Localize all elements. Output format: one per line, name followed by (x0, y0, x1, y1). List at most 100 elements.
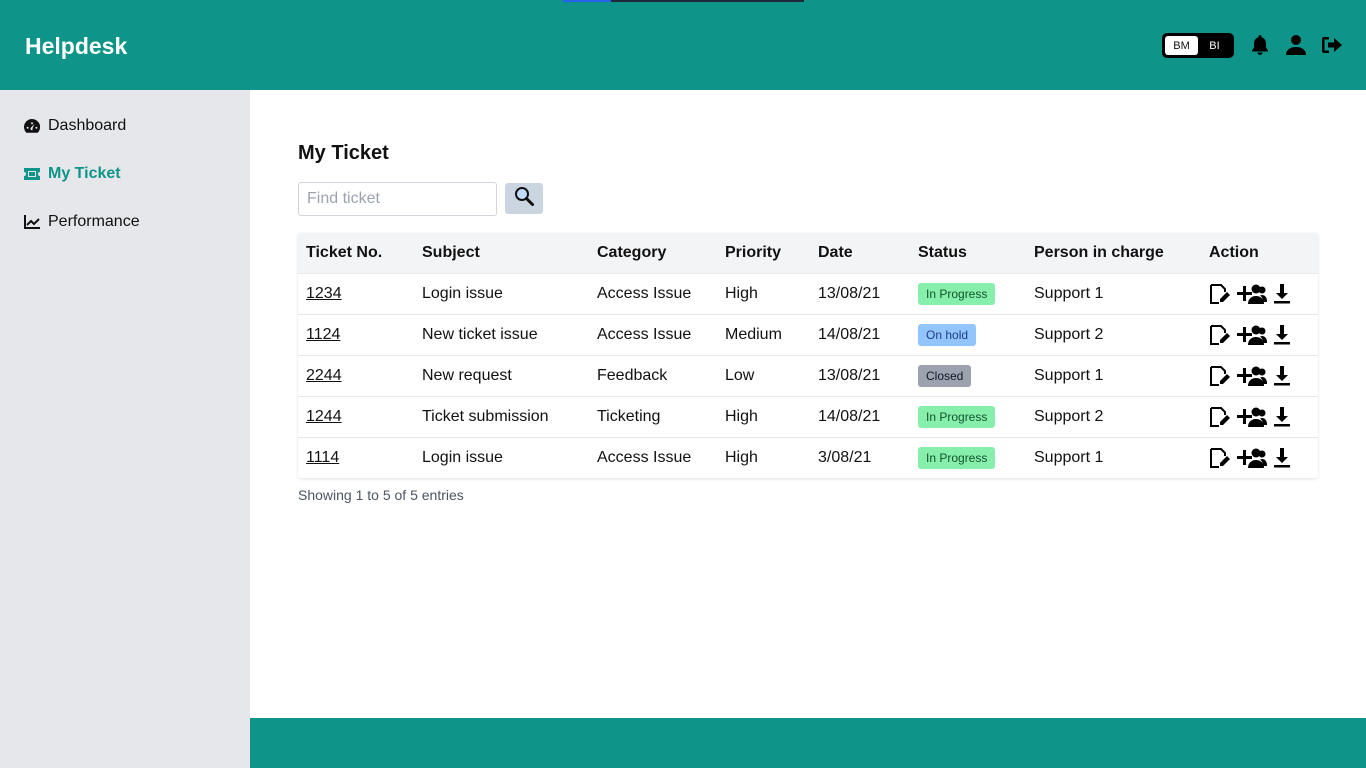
column-header[interactable]: Subject (414, 233, 589, 273)
main-content: My Ticket Ticket No. Subject Category Pr… (250, 90, 1366, 718)
status-badge: In Progress (918, 446, 996, 469)
cell-person: Support 2 (1034, 407, 1104, 425)
cell-ticket-no: 1234 (298, 273, 414, 314)
status-badge: Closed (918, 364, 972, 387)
table-row[interactable]: 1114 Login issue Access Issue High 3/08/21 In… (298, 437, 1318, 478)
cell-subject: New ticket issue (422, 325, 538, 343)
assign-user-icon[interactable] (1237, 366, 1267, 386)
page-title: My Ticket (298, 142, 389, 164)
edit-icon[interactable] (1209, 365, 1231, 386)
cell-status: In Progress (910, 437, 1026, 478)
ticket-link[interactable]: 1124 (306, 326, 340, 343)
column-header[interactable]: Status (910, 233, 1026, 273)
column-header[interactable]: Category (589, 233, 717, 273)
column-header[interactable]: Date (810, 233, 910, 273)
ticket-link[interactable]: 1244 (306, 408, 342, 425)
table-row[interactable]: 2244 New request Feedback Low 13/08/21 Closed… (298, 355, 1318, 396)
lang-option-bi[interactable]: BI (1198, 36, 1231, 55)
cell-date: 13/08/21 (818, 284, 881, 302)
cell-date: 14/08/21 (818, 325, 881, 343)
assign-user-icon[interactable] (1237, 284, 1267, 304)
cell-subject: Login issue (422, 284, 503, 302)
dashboard-icon (24, 118, 40, 134)
ticket-link[interactable]: 1114 (306, 449, 339, 466)
top-progress-bar (563, 0, 804, 2)
assign-user-icon[interactable] (1237, 448, 1267, 468)
edit-icon[interactable] (1209, 283, 1231, 304)
assign-user-icon[interactable] (1237, 407, 1267, 427)
sidebar-item-my-ticket[interactable]: My Ticket (24, 162, 121, 186)
cell-status: In Progress (910, 396, 1026, 437)
sidebar: Dashboard My Ticket Performance (0, 90, 250, 768)
cell-person: Support 1 (1034, 284, 1104, 302)
cell-ticket-no: 1244 (298, 396, 414, 437)
table-row[interactable]: 1234 Login issue Access Issue High 13/08/21 I… (298, 273, 1318, 314)
search-icon (514, 186, 534, 211)
status-badge: On hold (918, 323, 977, 346)
cell-subject: New request (422, 366, 512, 384)
user-icon[interactable] (1285, 34, 1307, 56)
bell-icon[interactable] (1249, 34, 1271, 56)
cell-category: Ticketing (597, 407, 661, 425)
edit-icon[interactable] (1209, 324, 1231, 345)
cell-priority: High (725, 407, 758, 425)
cell-person: Support 2 (1034, 325, 1104, 343)
column-header: Action (1209, 243, 1259, 261)
edit-icon[interactable] (1209, 447, 1231, 468)
cell-date: 14/08/21 (818, 407, 881, 425)
status-badge: In Progress (918, 405, 996, 428)
cell-category: Access Issue (597, 284, 692, 302)
column-header[interactable]: Person in charge (1026, 233, 1201, 273)
ticket-link[interactable]: 2244 (306, 367, 342, 384)
ticket-icon (24, 166, 40, 182)
download-icon[interactable] (1273, 283, 1291, 304)
cell-ticket-no: 2244 (298, 355, 414, 396)
lang-option-bm[interactable]: BM (1165, 36, 1198, 55)
sidebar-item-dashboard[interactable]: Dashboard (24, 114, 126, 138)
cell-actions (1201, 437, 1318, 478)
cell-actions (1201, 355, 1318, 396)
column-header[interactable]: Priority (717, 233, 810, 273)
status-badge: In Progress (918, 282, 996, 305)
cell-person: Support 1 (1034, 366, 1104, 384)
cell-priority: High (725, 448, 758, 466)
column-header[interactable]: Ticket No. (298, 233, 414, 273)
sidebar-item-performance[interactable]: Performance (24, 210, 140, 234)
cell-priority: Medium (725, 325, 782, 343)
cell-status: On hold (910, 314, 1026, 355)
cell-actions (1201, 314, 1318, 355)
download-icon[interactable] (1273, 406, 1291, 427)
page-footer (250, 718, 1366, 768)
edit-icon[interactable] (1209, 406, 1231, 427)
cell-category: Feedback (597, 366, 668, 384)
search-button[interactable] (505, 183, 543, 214)
cell-ticket-no: 1124 (298, 314, 414, 355)
cell-subject: Login issue (422, 448, 503, 466)
sidebar-item-label: Performance (48, 213, 140, 230)
download-icon[interactable] (1273, 447, 1291, 468)
assign-user-icon[interactable] (1237, 325, 1267, 345)
table-row[interactable]: 1124 New ticket issue Access Issue Medium 14… (298, 314, 1318, 355)
cell-subject: Ticket submission (422, 407, 549, 425)
ticket-table: Ticket No. Subject Category Priority Dat… (298, 233, 1318, 478)
sidebar-item-label: Dashboard (48, 117, 127, 134)
entries-info: Showing 1 to 5 of 5 entries (298, 487, 464, 503)
cell-status: In Progress (910, 273, 1026, 314)
logout-icon[interactable] (1321, 34, 1343, 56)
language-toggle[interactable]: BM BI (1162, 33, 1234, 58)
table-row[interactable]: 1244 Ticket submission Ticketing High 14/08/… (298, 396, 1318, 437)
cell-category: Access Issue (597, 448, 692, 466)
sidebar-item-label: My Ticket (48, 165, 121, 182)
search-input[interactable] (298, 182, 497, 216)
cell-ticket-no: 1114 (298, 437, 414, 478)
download-icon[interactable] (1273, 365, 1291, 386)
chart-line-icon (24, 214, 40, 230)
cell-date: 13/08/21 (818, 366, 881, 384)
app-brand[interactable]: Helpdesk (25, 33, 127, 60)
table-header-row: Ticket No. Subject Category Priority Dat… (298, 233, 1318, 273)
top-header: Helpdesk BM BI (0, 0, 1366, 90)
cell-actions (1201, 396, 1318, 437)
ticket-link[interactable]: 1234 (306, 285, 342, 302)
download-icon[interactable] (1273, 324, 1291, 345)
cell-priority: High (725, 284, 758, 302)
